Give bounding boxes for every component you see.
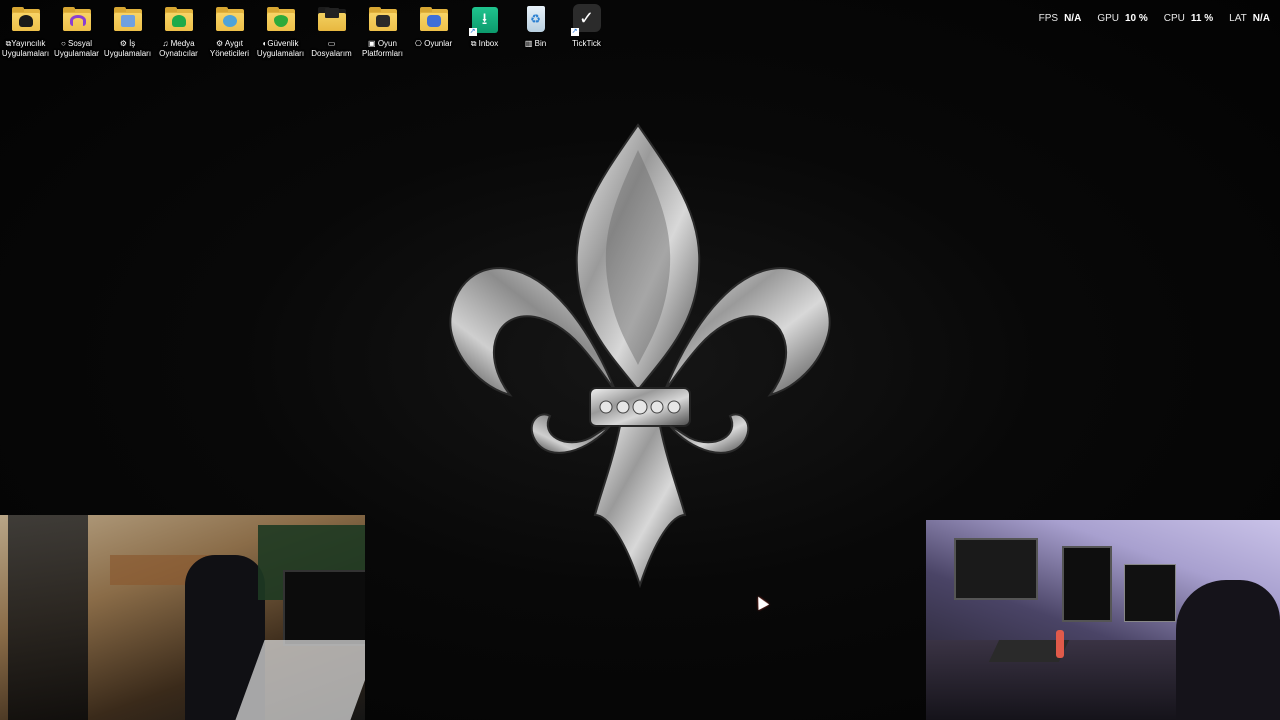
- icon-label: ⧉Yayıncılık Uygulamaları: [1, 39, 50, 58]
- gpu-label: GPU: [1097, 13, 1119, 24]
- folder-social-icon: [61, 4, 93, 36]
- cpu-metric: CPU 11 %: [1164, 13, 1213, 24]
- desktop-icon-medya[interactable]: ♫ Medya Oynatıcılar: [153, 4, 204, 59]
- desktop-icon-inbox[interactable]: ⭳ ↗ ⧉ Inbox: [459, 4, 510, 59]
- fps-label: FPS: [1038, 13, 1059, 24]
- folder-media-icon: [163, 4, 195, 36]
- desk-camera-right: [926, 520, 1280, 720]
- desktop-icon-oyunlar[interactable]: ⎔ Oyunlar: [408, 4, 459, 59]
- shortcut-arrow-icon: ↗: [570, 28, 579, 36]
- folder-security-icon: [265, 4, 297, 36]
- desktop: ⧉Yayıncılık Uygulamaları ○ Sosyal Uygula…: [0, 0, 1280, 720]
- fps-metric: FPS N/A: [1039, 13, 1082, 24]
- folder-work-icon: [112, 4, 144, 36]
- desktop-icon-ticktick[interactable]: ✓ ↗ TickTick: [561, 4, 612, 59]
- gpu-value: 10 %: [1124, 13, 1148, 24]
- desktop-icons: ⧉Yayıncılık Uygulamaları ○ Sosyal Uygula…: [0, 4, 612, 59]
- icon-label: ▭ Dosyalarım: [311, 39, 352, 58]
- lat-metric: LAT N/A: [1229, 13, 1270, 24]
- cpu-value: 11 %: [1190, 13, 1214, 24]
- icon-label: ◐Güvenlik Uygulamaları: [256, 39, 305, 58]
- folder-files-icon: [316, 4, 348, 36]
- desktop-icon-dosyalarim[interactable]: ▭ Dosyalarım: [306, 4, 357, 59]
- desktop-icon-oyun-platformlari[interactable]: ▣ Oyun Platformları: [357, 4, 408, 59]
- fps-value: N/A: [1064, 13, 1082, 24]
- folder-device-icon: [214, 4, 246, 36]
- performance-overlay: FPS N/A GPU 10 % CPU 11 % LAT N/A: [1039, 13, 1270, 24]
- desktop-icon-sosyal[interactable]: ○ Sosyal Uygulamalar: [51, 4, 102, 59]
- cpu-label: CPU: [1163, 13, 1185, 24]
- folder-games-icon: [418, 4, 450, 36]
- icon-label: ⧉ Inbox: [470, 39, 499, 48]
- folder-game-platforms-icon: [367, 4, 399, 36]
- fleur-de-lis-icon: [449, 123, 831, 589]
- icon-label: ⚙ İş Uygulamaları: [103, 39, 152, 58]
- lat-value: N/A: [1252, 13, 1270, 24]
- desktop-icon-bin[interactable]: ♻ ▥ Bin: [510, 4, 561, 59]
- inbox-app-icon: ⭳ ↗: [468, 4, 501, 36]
- desktop-icon-is[interactable]: ⚙ İş Uygulamaları: [102, 4, 153, 59]
- desktop-icon-guvenlik[interactable]: ◐Güvenlik Uygulamaları: [255, 4, 306, 59]
- ticktick-app-icon: ✓ ↗: [570, 4, 603, 36]
- icon-label: ♫ Medya Oynatıcılar: [159, 39, 198, 58]
- recycle-bin-icon: ♻: [520, 4, 552, 36]
- icon-label: ⎔ Oyunlar: [414, 39, 453, 48]
- shortcut-arrow-icon: ↗: [468, 28, 477, 36]
- icon-label: ○ Sosyal Uygulamalar: [54, 39, 99, 58]
- icon-label: TickTick: [572, 39, 601, 48]
- icon-label: ⚙ Aygıt Yöneticileri: [209, 39, 250, 58]
- gpu-metric: GPU 10 %: [1097, 13, 1147, 24]
- mouse-cursor-icon: [752, 593, 770, 611]
- desktop-icon-aygit[interactable]: ⚙ Aygıt Yöneticileri: [204, 4, 255, 59]
- room-camera-left: [0, 515, 365, 720]
- icon-label: ▣ Oyun Platformları: [362, 39, 403, 58]
- desktop-icon-yayincilik[interactable]: ⧉Yayıncılık Uygulamaları: [0, 4, 51, 59]
- folder-streaming-icon: [10, 4, 42, 36]
- lat-label: LAT: [1229, 13, 1247, 24]
- icon-label: ▥ Bin: [524, 39, 547, 48]
